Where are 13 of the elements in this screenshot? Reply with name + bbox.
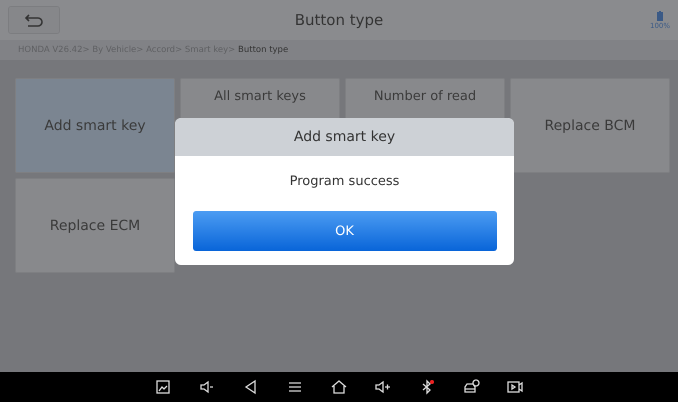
volume-up-icon[interactable] (374, 378, 392, 396)
dialog-message: Program success (290, 174, 400, 189)
back-button[interactable] (8, 6, 60, 34)
undo-arrow-icon (24, 13, 44, 27)
volume-down-icon[interactable] (198, 378, 216, 396)
dialog-title: Add smart key (175, 118, 514, 156)
home-icon[interactable] (330, 378, 348, 396)
menu-tile[interactable]: Replace BCM (510, 78, 670, 173)
menu-tile[interactable]: Add smart key (15, 78, 175, 173)
page-title: Button type (294, 11, 384, 29)
menu-tile[interactable]: Replace ECM (15, 178, 175, 273)
battery-icon (656, 10, 663, 20)
ok-button[interactable]: OK (192, 211, 496, 251)
